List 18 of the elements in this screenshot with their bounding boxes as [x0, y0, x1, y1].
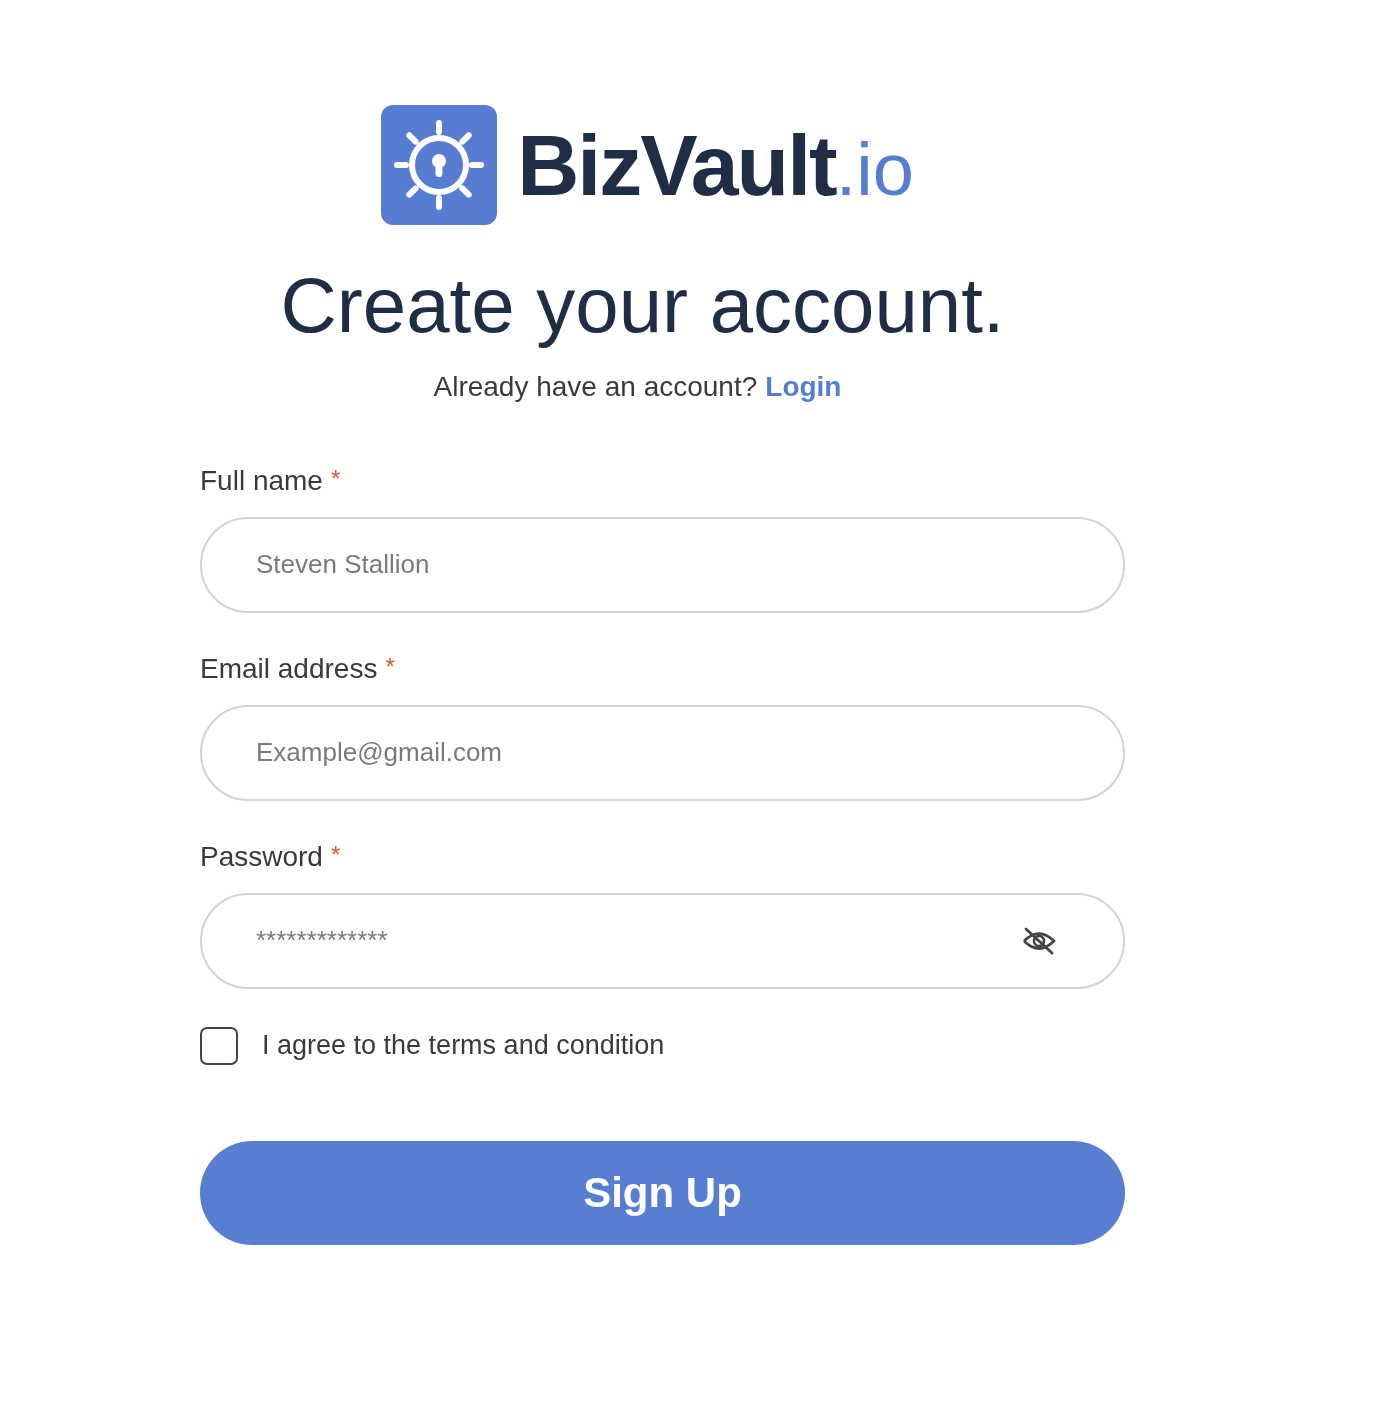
- sign-up-button[interactable]: Sign Up: [200, 1140, 1125, 1245]
- text-field[interactable]: Steven Stallion: [200, 516, 1125, 613]
- brand-name: BizVault: [517, 115, 836, 215]
- field-label: Password: [200, 840, 323, 873]
- login-link[interactable]: Login: [765, 370, 842, 403]
- required-mark: *: [330, 464, 341, 493]
- terms-label: I agree to the terms and condition: [262, 1030, 665, 1062]
- page-heading: Create your account.: [280, 263, 1005, 349]
- field-label: Email address: [200, 652, 378, 685]
- vault-logo-icon: [381, 105, 498, 225]
- login-prompt: Already have an account?: [433, 370, 758, 403]
- email-field[interactable]: Example@gmail.com: [200, 704, 1125, 801]
- password-field[interactable]: *************: [200, 892, 1125, 989]
- terms-checkbox[interactable]: [200, 1026, 238, 1065]
- required-mark: *: [330, 840, 341, 869]
- field-label: Full name: [200, 464, 323, 497]
- hide-password-icon[interactable]: [1021, 925, 1057, 956]
- required-mark: *: [385, 652, 395, 681]
